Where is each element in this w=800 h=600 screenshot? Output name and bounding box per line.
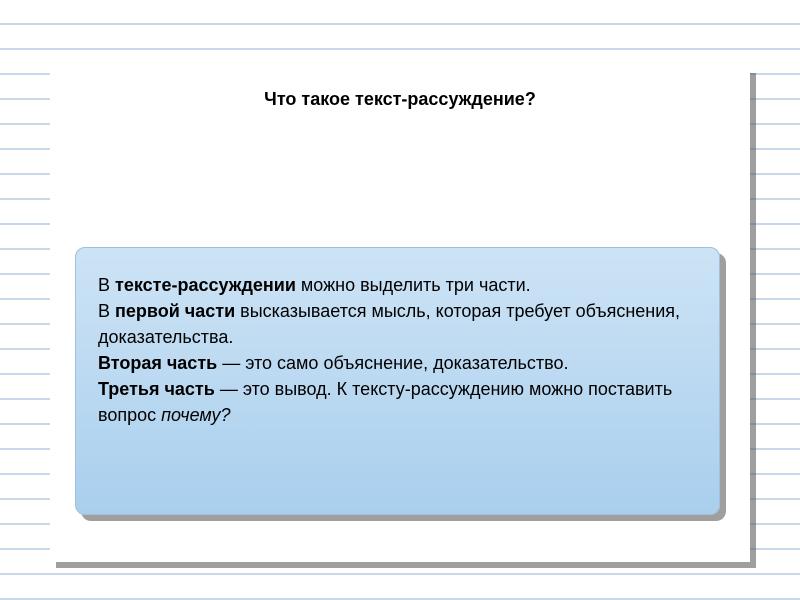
bold-term: тексте-рассуждении (115, 275, 296, 295)
text-fragment: В (98, 301, 115, 321)
content-text: В тексте-рассуждении можно выделить три … (98, 272, 697, 429)
bold-term: первой части (115, 301, 235, 321)
italic-term: почему? (161, 405, 230, 425)
text-fragment: — это само объяснение, доказательство. (217, 353, 568, 373)
slide-frame: Что такое текст-рассуждение? В тексте-ра… (50, 67, 750, 562)
bold-term: Вторая часть (98, 353, 217, 373)
text-fragment: В (98, 275, 115, 295)
text-fragment: можно выделить три части. (296, 275, 531, 295)
bold-term: Третья часть (98, 379, 215, 399)
content-box: В тексте-рассуждении можно выделить три … (75, 247, 720, 515)
slide-heading: Что такое текст-рассуждение? (50, 89, 750, 110)
